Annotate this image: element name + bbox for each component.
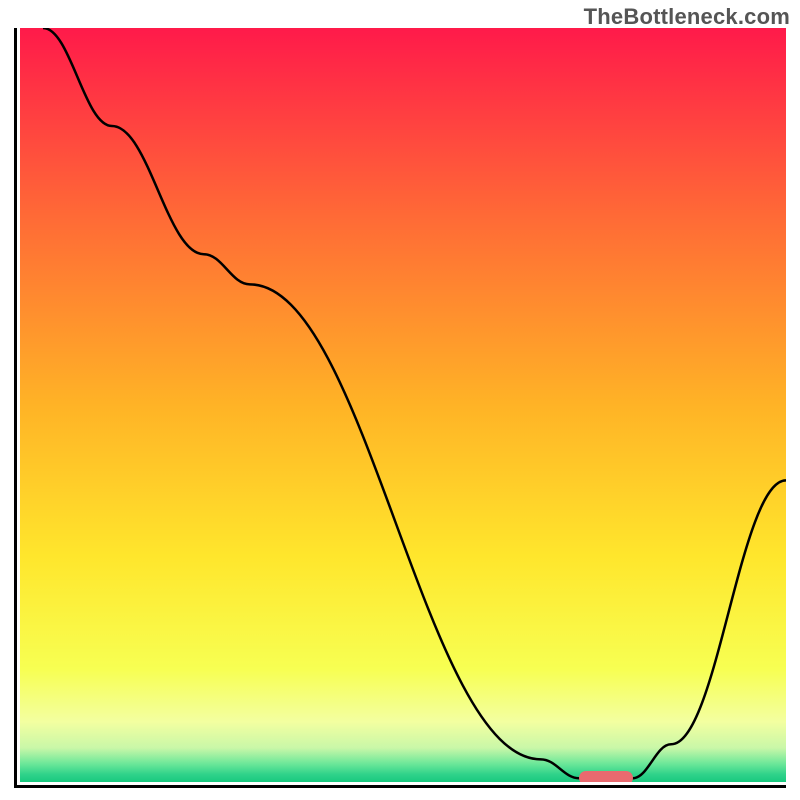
chart-canvas: TheBottleneck.com [0, 0, 800, 800]
bottleneck-curve [20, 28, 786, 782]
watermark-text: TheBottleneck.com [584, 4, 790, 30]
optimal-range-marker [579, 771, 633, 782]
axes-frame [14, 28, 786, 788]
plot-area [20, 28, 786, 782]
